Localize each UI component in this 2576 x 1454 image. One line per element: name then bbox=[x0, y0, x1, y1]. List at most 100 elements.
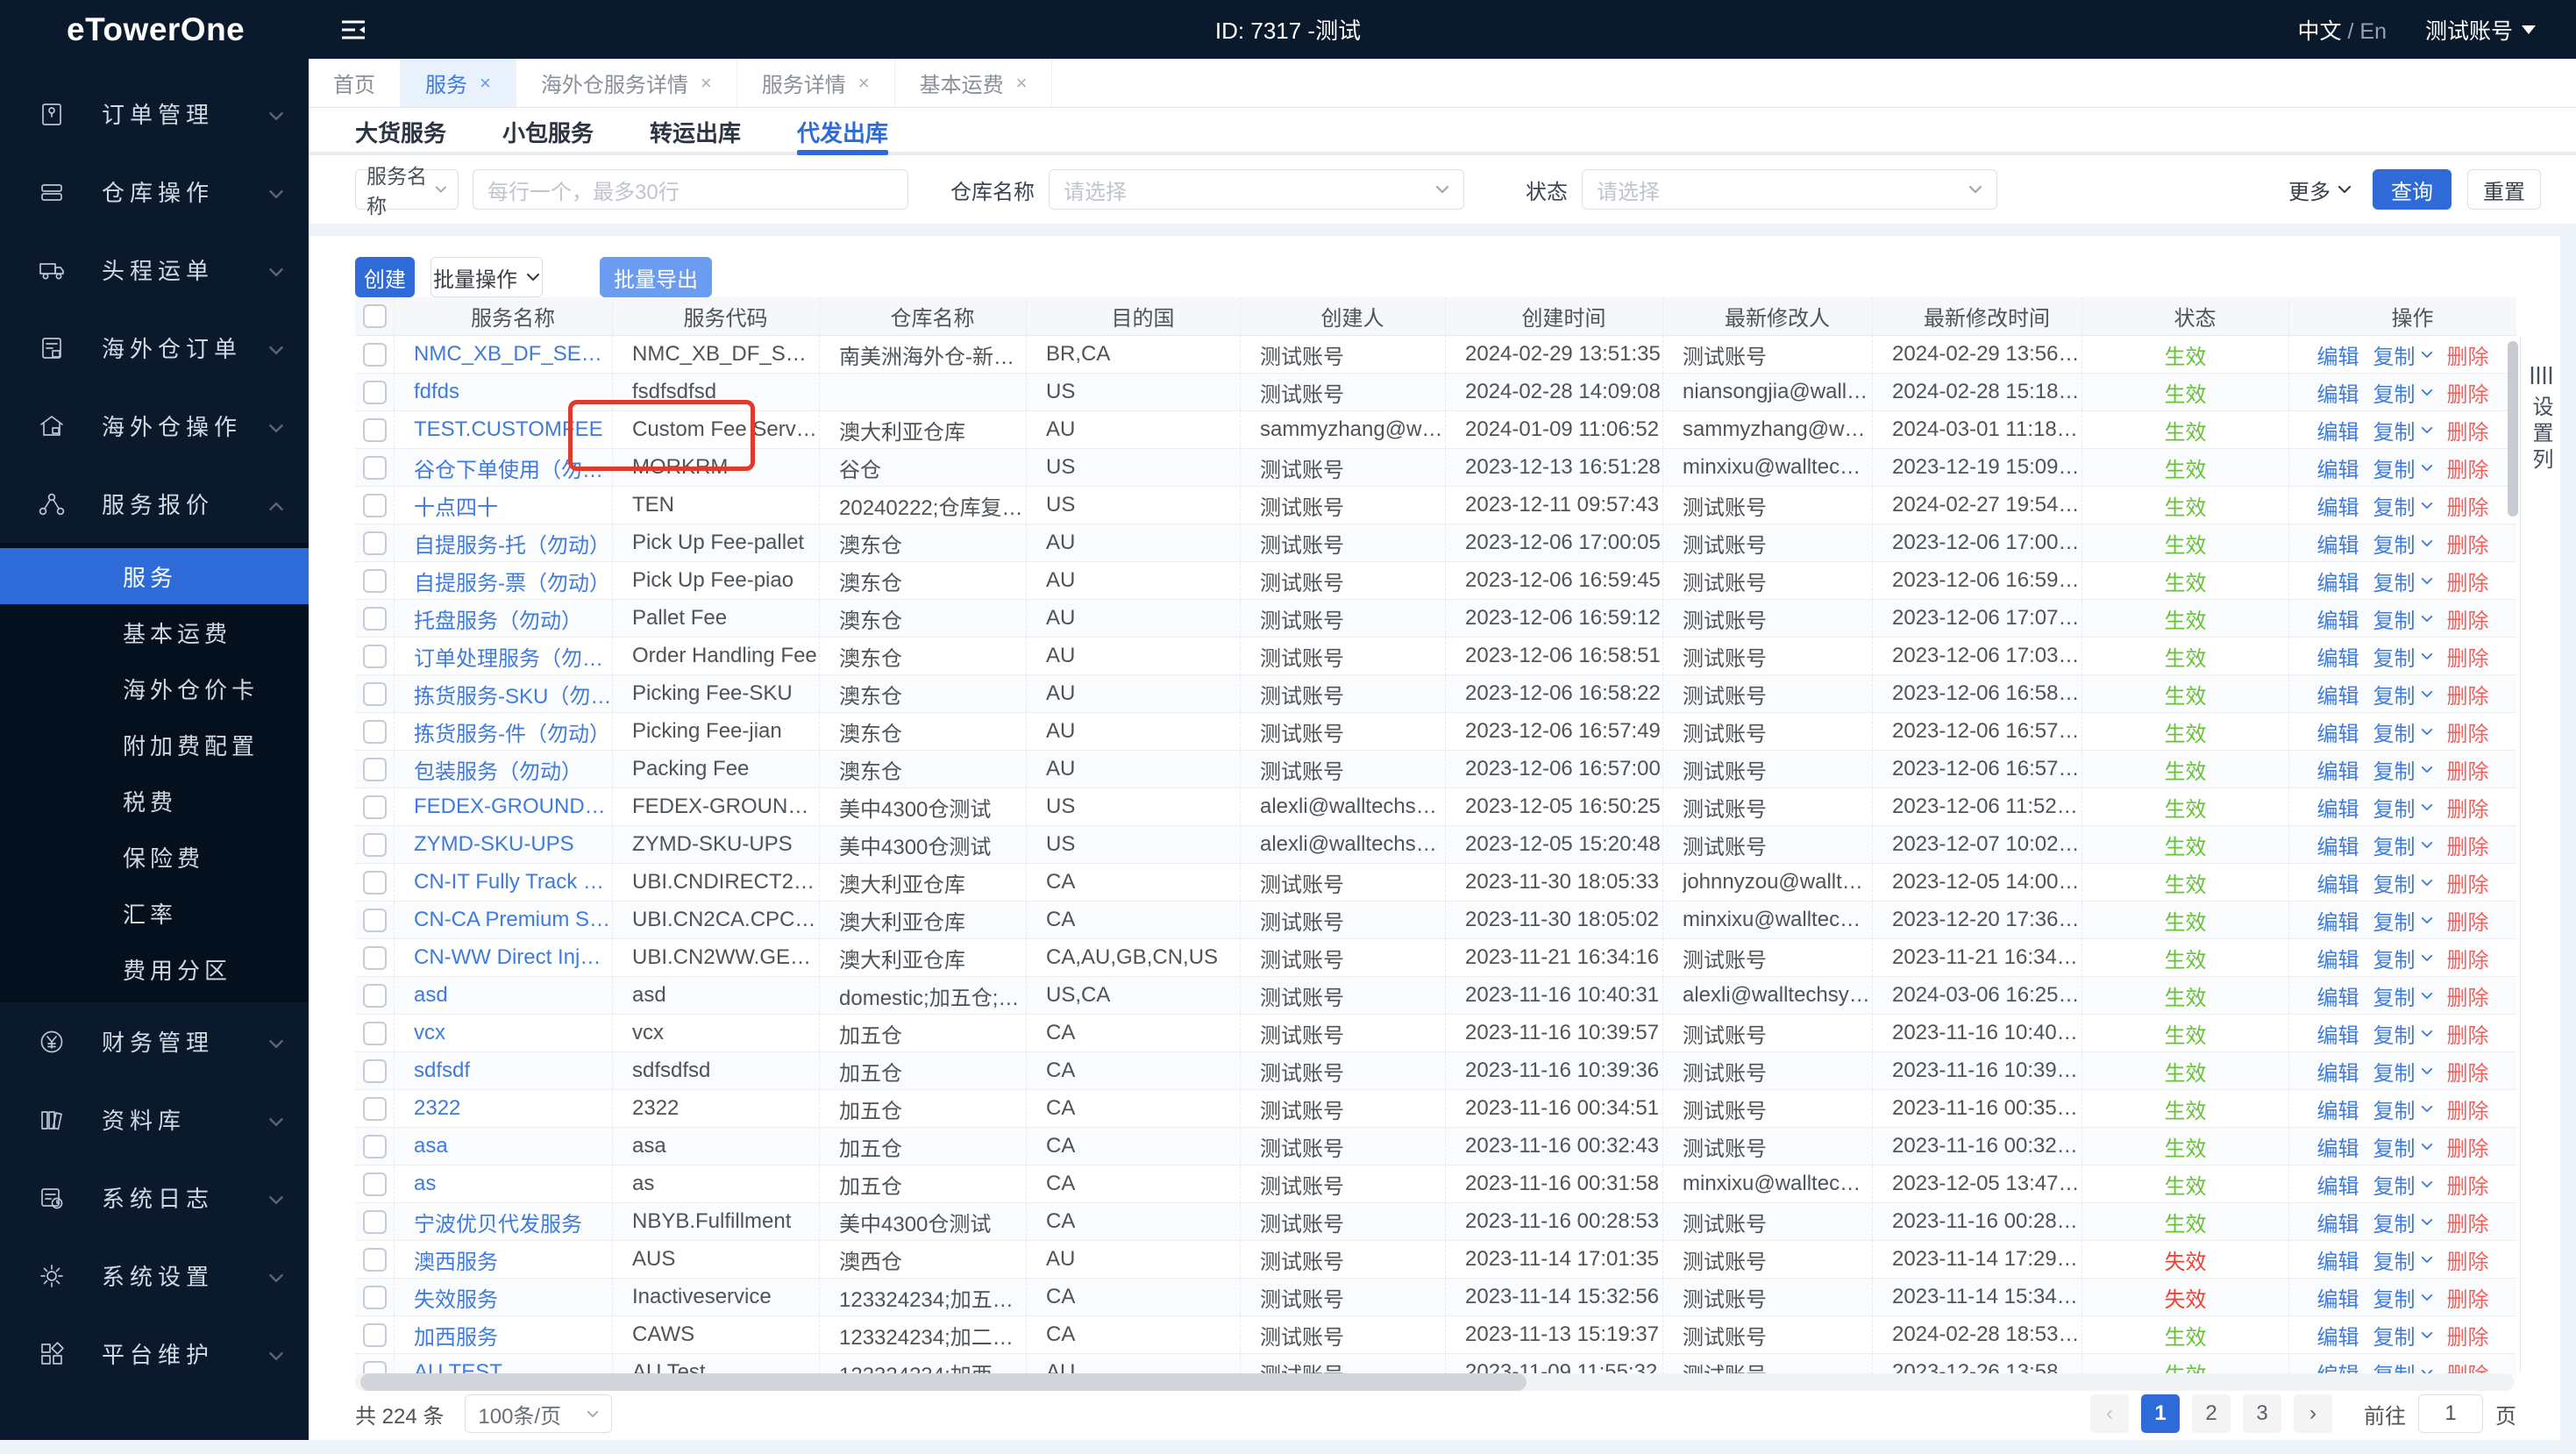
copy-link[interactable]: 复制 bbox=[2373, 716, 2433, 747]
row-checkbox[interactable] bbox=[362, 795, 387, 819]
search-button[interactable]: 查询 bbox=[2373, 169, 2451, 210]
sidebar-group[interactable]: 系统日志 bbox=[0, 1158, 309, 1237]
edit-link[interactable]: 编辑 bbox=[2317, 980, 2359, 1011]
copy-link[interactable]: 复制 bbox=[2373, 792, 2433, 823]
row-checkbox[interactable] bbox=[362, 983, 387, 1008]
service-name-link[interactable]: as bbox=[414, 1172, 436, 1196]
row-checkbox[interactable] bbox=[362, 568, 387, 593]
edit-link[interactable]: 编辑 bbox=[2317, 603, 2359, 634]
edit-link[interactable]: 编辑 bbox=[2317, 1320, 2359, 1351]
page-button-2[interactable]: 2 bbox=[2192, 1394, 2231, 1433]
sidebar-submenu-item[interactable]: 税费 bbox=[0, 773, 309, 829]
edit-link[interactable]: 编辑 bbox=[2317, 377, 2359, 408]
copy-link[interactable]: 复制 bbox=[2373, 867, 2433, 898]
service-name-link[interactable]: 拣货服务-件（勿动） bbox=[414, 716, 610, 747]
sidebar-submenu-item[interactable]: 服务 bbox=[0, 548, 309, 604]
row-checkbox[interactable] bbox=[362, 455, 387, 480]
copy-link[interactable]: 复制 bbox=[2373, 1056, 2433, 1087]
edit-link[interactable]: 编辑 bbox=[2317, 792, 2359, 823]
edit-link[interactable]: 编辑 bbox=[2317, 716, 2359, 747]
delete-link[interactable]: 删除 bbox=[2447, 377, 2489, 408]
nav-tab[interactable]: 海外仓服务详情 × bbox=[516, 59, 737, 107]
close-icon[interactable]: × bbox=[1016, 72, 1028, 95]
service-type-tab[interactable]: 代发出库 bbox=[797, 108, 889, 155]
copy-link[interactable]: 复制 bbox=[2373, 905, 2433, 936]
create-button[interactable]: 创建 bbox=[355, 257, 415, 297]
service-name-link[interactable]: vcx bbox=[414, 1021, 445, 1045]
vertical-scrollbar-thumb[interactable] bbox=[2508, 341, 2518, 517]
edit-link[interactable]: 编辑 bbox=[2317, 1094, 2359, 1124]
page-button-1[interactable]: 1 bbox=[2141, 1394, 2180, 1433]
copy-link[interactable]: 复制 bbox=[2373, 1094, 2433, 1124]
service-name-link[interactable]: CN-CA Premium Service bbox=[414, 908, 612, 932]
copy-link[interactable]: 复制 bbox=[2373, 641, 2433, 672]
delete-link[interactable]: 删除 bbox=[2447, 943, 2489, 973]
delete-link[interactable]: 删除 bbox=[2447, 453, 2489, 483]
edit-link[interactable]: 编辑 bbox=[2317, 1244, 2359, 1275]
horizontal-scrollbar[interactable] bbox=[355, 1373, 2515, 1391]
delete-link[interactable]: 删除 bbox=[2447, 867, 2489, 898]
delete-link[interactable]: 删除 bbox=[2447, 603, 2489, 634]
sidebar-group[interactable]: 财务管理 bbox=[0, 1002, 309, 1080]
edit-link[interactable]: 编辑 bbox=[2317, 1056, 2359, 1087]
column-settings-toggle[interactable]: 设置列 bbox=[2521, 366, 2560, 474]
service-name-link[interactable]: FEDEX-GROUND-RG-GA bbox=[414, 795, 612, 819]
service-name-link[interactable]: 失效服务 bbox=[414, 1282, 498, 1313]
copy-link[interactable]: 复制 bbox=[2373, 566, 2433, 596]
row-checkbox[interactable] bbox=[362, 606, 387, 631]
service-name-link[interactable]: asa bbox=[414, 1134, 448, 1158]
status-select[interactable]: 请选择 bbox=[1582, 169, 1997, 210]
edit-link[interactable]: 编辑 bbox=[2317, 641, 2359, 672]
row-checkbox[interactable] bbox=[362, 1134, 387, 1158]
service-name-link[interactable]: 加西服务 bbox=[414, 1320, 498, 1351]
goto-page-input[interactable]: 1 bbox=[2418, 1394, 2483, 1433]
edit-link[interactable]: 编辑 bbox=[2317, 754, 2359, 785]
edit-link[interactable]: 编辑 bbox=[2317, 905, 2359, 936]
service-name-link[interactable]: TEST.CUSTOMFEE bbox=[414, 417, 603, 442]
edit-link[interactable]: 编辑 bbox=[2317, 1207, 2359, 1237]
service-name-link[interactable]: fdfds bbox=[414, 380, 459, 404]
nav-tab[interactable]: 基本运费 × bbox=[894, 59, 1053, 107]
copy-link[interactable]: 复制 bbox=[2373, 1320, 2433, 1351]
edit-link[interactable]: 编辑 bbox=[2317, 943, 2359, 973]
delete-link[interactable]: 删除 bbox=[2447, 1358, 2489, 1376]
service-name-link[interactable]: CN-IT Fully Track Recov... bbox=[414, 870, 612, 894]
row-checkbox[interactable] bbox=[362, 493, 387, 517]
edit-link[interactable]: 编辑 bbox=[2317, 1131, 2359, 1162]
close-icon[interactable]: × bbox=[858, 72, 870, 95]
nav-tab[interactable]: 服务详情 × bbox=[737, 59, 895, 107]
service-name-link[interactable]: 订单处理服务（勿动） bbox=[414, 641, 612, 672]
edit-link[interactable]: 编辑 bbox=[2317, 415, 2359, 445]
delete-link[interactable]: 删除 bbox=[2447, 905, 2489, 936]
row-checkbox[interactable] bbox=[362, 757, 387, 781]
row-checkbox[interactable] bbox=[362, 945, 387, 970]
row-checkbox[interactable] bbox=[362, 1058, 387, 1083]
reset-button[interactable]: 重置 bbox=[2467, 169, 2541, 210]
warehouse-select[interactable]: 请选择 bbox=[1049, 169, 1464, 210]
service-name-link[interactable]: ZYMD-SKU-UPS bbox=[414, 832, 574, 857]
sidebar-submenu-item[interactable]: 海外仓价卡 bbox=[0, 660, 309, 716]
delete-link[interactable]: 删除 bbox=[2447, 566, 2489, 596]
service-name-input[interactable]: 每行一个，最多30行 bbox=[473, 169, 908, 210]
copy-link[interactable]: 复制 bbox=[2373, 830, 2433, 860]
row-checkbox[interactable] bbox=[362, 1172, 387, 1196]
edit-link[interactable]: 编辑 bbox=[2317, 1169, 2359, 1200]
copy-link[interactable]: 复制 bbox=[2373, 679, 2433, 709]
row-checkbox[interactable] bbox=[362, 417, 387, 442]
service-type-tab[interactable]: 小包服务 bbox=[502, 108, 594, 155]
copy-link[interactable]: 复制 bbox=[2373, 1131, 2433, 1162]
delete-link[interactable]: 删除 bbox=[2447, 1320, 2489, 1351]
service-name-link[interactable]: 十点四十 bbox=[414, 490, 498, 521]
copy-link[interactable]: 复制 bbox=[2373, 490, 2433, 521]
delete-link[interactable]: 删除 bbox=[2447, 1056, 2489, 1087]
next-page-button[interactable]: › bbox=[2294, 1394, 2332, 1433]
service-name-link[interactable]: sdfsdf bbox=[414, 1058, 470, 1083]
sidebar-collapse-icon[interactable] bbox=[340, 18, 366, 41]
copy-link[interactable]: 复制 bbox=[2373, 453, 2433, 483]
close-icon[interactable]: × bbox=[701, 72, 712, 95]
edit-link[interactable]: 编辑 bbox=[2317, 1018, 2359, 1049]
service-name-link[interactable]: asd bbox=[414, 983, 448, 1008]
service-name-link[interactable]: 自提服务-托（勿动） bbox=[414, 528, 610, 559]
copy-link[interactable]: 复制 bbox=[2373, 603, 2433, 634]
copy-link[interactable]: 复制 bbox=[2373, 415, 2433, 445]
